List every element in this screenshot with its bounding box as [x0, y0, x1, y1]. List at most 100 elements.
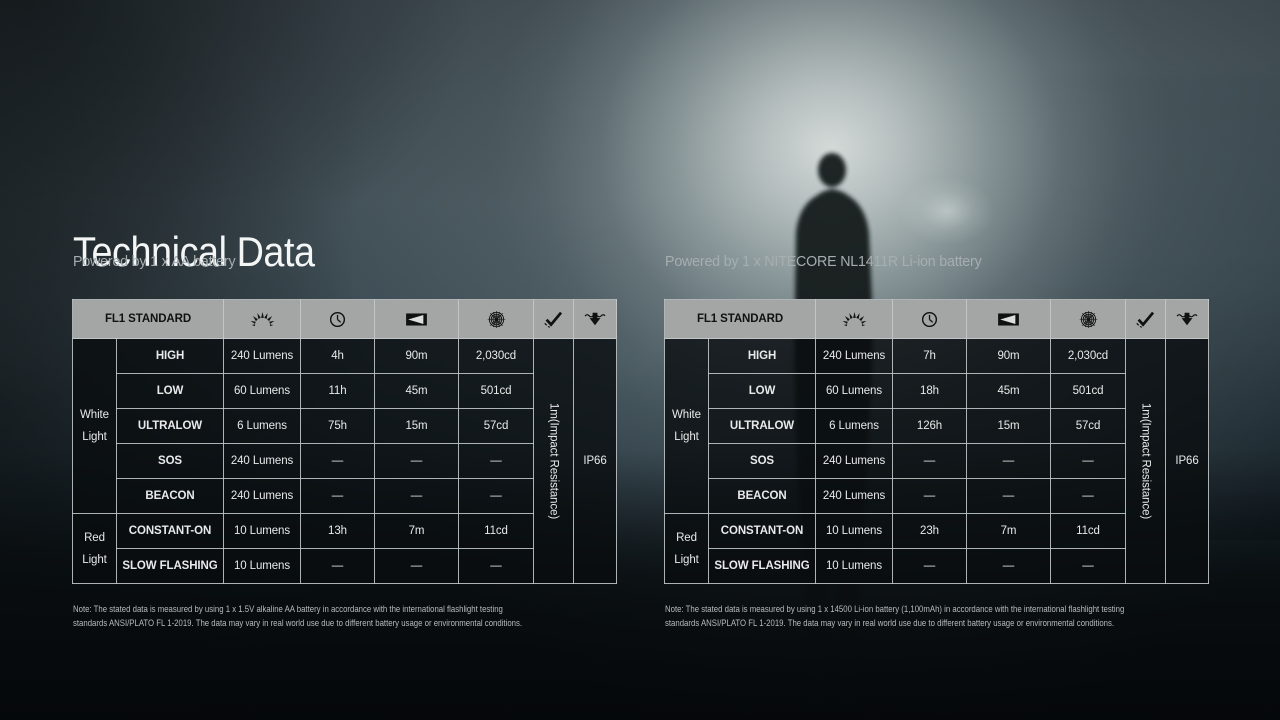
beam-distance-icon	[967, 300, 1051, 339]
runtime-cell: 13h	[301, 514, 375, 549]
distance-cell: 7m	[967, 514, 1051, 549]
liion-battery-panel: Powered by 1 x NITECORE NL1411R Li-ion b…	[664, 252, 1224, 630]
white-light-group-label: White Light	[665, 339, 709, 514]
note-line: standards ANSI/PLATO FL 1-2019. The data…	[73, 617, 531, 631]
intensity-cell: 2,030cd	[1051, 339, 1126, 374]
intensity-cell: 57cd	[459, 409, 534, 444]
lumens-cell: 240 Lumens	[816, 339, 893, 374]
runtime-icon	[893, 300, 967, 339]
lumens-cell: 6 Lumens	[816, 409, 893, 444]
mode-cell: BEACON	[117, 479, 224, 514]
distance-cell: —	[967, 479, 1051, 514]
distance-cell: 45m	[375, 374, 459, 409]
runtime-cell: —	[301, 444, 375, 479]
intensity-cell: 501cd	[459, 374, 534, 409]
distance-cell: —	[967, 549, 1051, 584]
runtime-cell: —	[301, 479, 375, 514]
fl1-standard-header: FL1 STANDARD	[73, 300, 224, 339]
intensity-cell: 501cd	[1051, 374, 1126, 409]
distance-cell: —	[375, 444, 459, 479]
lumens-cell: 240 Lumens	[224, 479, 301, 514]
distance-cell: 15m	[967, 409, 1051, 444]
runtime-cell: 11h	[301, 374, 375, 409]
technical-data-page: Technical Data Powered by 1 x AA battery…	[0, 0, 1280, 720]
mode-cell: CONSTANT-ON	[117, 514, 224, 549]
mode-cell: SOS	[709, 444, 816, 479]
distance-cell: 90m	[967, 339, 1051, 374]
runtime-cell: 23h	[893, 514, 967, 549]
aa-battery-subtitle: Powered by 1 x AA battery	[73, 252, 604, 272]
lumens-cell: 60 Lumens	[816, 374, 893, 409]
runtime-cell: 126h	[893, 409, 967, 444]
intensity-cell: —	[459, 479, 534, 514]
note-line: standards ANSI/PLATO FL 1-2019. The data…	[665, 617, 1123, 631]
lumens-cell: 10 Lumens	[224, 549, 301, 584]
distance-cell: 7m	[375, 514, 459, 549]
lumens-cell: 10 Lumens	[816, 514, 893, 549]
beam-distance-icon	[375, 300, 459, 339]
distance-cell: —	[375, 549, 459, 584]
lumens-cell: 60 Lumens	[224, 374, 301, 409]
runtime-cell: —	[893, 479, 967, 514]
aa-battery-panel: Powered by 1 x AA battery FL1 STANDARD W…	[72, 252, 632, 630]
liion-battery-subtitle: Powered by 1 x NITECORE NL1411R Li-ion b…	[665, 252, 1196, 272]
lumens-cell: 240 Lumens	[816, 444, 893, 479]
distance-cell: 15m	[375, 409, 459, 444]
mode-cell: ULTRALOW	[117, 409, 224, 444]
aa-battery-note: Note: The stated data is measured by usi…	[73, 603, 531, 630]
impact-resistance-icon	[1126, 300, 1166, 339]
peak-beam-intensity-icon	[1051, 300, 1126, 339]
mode-cell: LOW	[117, 374, 224, 409]
mode-cell: HIGH	[709, 339, 816, 374]
runtime-cell: —	[301, 549, 375, 584]
mode-cell: SOS	[117, 444, 224, 479]
waterproof-rating-cell: IP66	[574, 339, 617, 584]
lumens-cell: 6 Lumens	[224, 409, 301, 444]
lumens-cell: 10 Lumens	[816, 549, 893, 584]
intensity-cell: 2,030cd	[459, 339, 534, 374]
note-line: Note: The stated data is measured by usi…	[665, 603, 1123, 617]
intensity-cell: —	[1051, 444, 1126, 479]
waterproof-icon	[1166, 300, 1209, 339]
intensity-cell: —	[459, 444, 534, 479]
fl1-standard-header: FL1 STANDARD	[665, 300, 816, 339]
impact-resistance-icon	[534, 300, 574, 339]
waterproof-icon	[574, 300, 617, 339]
impact-resistance-cell: 1m(Impact Resistance)	[1126, 339, 1166, 584]
runtime-cell: 75h	[301, 409, 375, 444]
lumens-cell: 240 Lumens	[224, 339, 301, 374]
lumens-cell: 240 Lumens	[816, 479, 893, 514]
mode-cell: SLOW FLASHING	[709, 549, 816, 584]
intensity-cell: —	[459, 549, 534, 584]
intensity-cell: 57cd	[1051, 409, 1126, 444]
mode-cell: SLOW FLASHING	[117, 549, 224, 584]
distance-cell: —	[375, 479, 459, 514]
runtime-cell: 18h	[893, 374, 967, 409]
runtime-icon	[301, 300, 375, 339]
mode-cell: BEACON	[709, 479, 816, 514]
intensity-cell: —	[1051, 479, 1126, 514]
mode-cell: CONSTANT-ON	[709, 514, 816, 549]
liion-battery-note: Note: The stated data is measured by usi…	[665, 603, 1123, 630]
waterproof-rating-cell: IP66	[1166, 339, 1209, 584]
runtime-cell: —	[893, 549, 967, 584]
lumens-cell: 10 Lumens	[224, 514, 301, 549]
distance-cell: 90m	[375, 339, 459, 374]
distance-cell: 45m	[967, 374, 1051, 409]
impact-resistance-cell: 1m(Impact Resistance)	[534, 339, 574, 584]
runtime-cell: 4h	[301, 339, 375, 374]
runtime-cell: —	[893, 444, 967, 479]
light-output-icon	[816, 300, 893, 339]
intensity-cell: —	[1051, 549, 1126, 584]
light-output-icon	[224, 300, 301, 339]
note-line: Note: The stated data is measured by usi…	[73, 603, 531, 617]
mode-cell: LOW	[709, 374, 816, 409]
red-light-group-label: Red Light	[73, 514, 117, 584]
peak-beam-intensity-icon	[459, 300, 534, 339]
intensity-cell: 11cd	[459, 514, 534, 549]
white-light-group-label: White Light	[73, 339, 117, 514]
liion-battery-spec-table: FL1 STANDARD White Light HIGH 240 Lumens…	[664, 299, 1209, 584]
mode-cell: ULTRALOW	[709, 409, 816, 444]
intensity-cell: 11cd	[1051, 514, 1126, 549]
red-light-group-label: Red Light	[665, 514, 709, 584]
